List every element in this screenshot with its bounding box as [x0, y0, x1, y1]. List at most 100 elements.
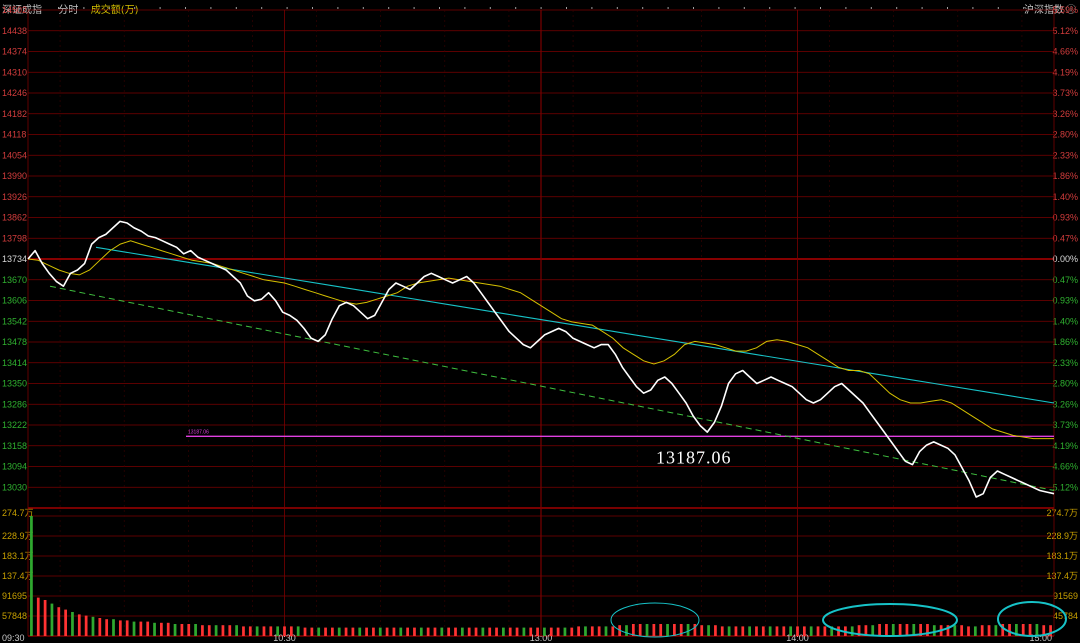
header-tick-dot [312, 7, 313, 9]
volume-bar [180, 624, 184, 636]
x-tick-label: 09:30 [2, 633, 25, 643]
volume-bar [625, 625, 628, 636]
y-left-tick-label: 14054 [2, 150, 27, 160]
header-tick-dot [108, 7, 110, 9]
volume-bar [358, 627, 362, 636]
y-left-tick-label: 13798 [2, 233, 27, 243]
volume-bar [932, 625, 936, 636]
y-right-tick-label: 3.73% [1052, 420, 1078, 430]
y-right-tick-label: 4.66% [1052, 462, 1078, 472]
volume-bar [406, 627, 409, 636]
volume-bar [64, 609, 67, 636]
y-left-tick-label: 14246 [2, 88, 27, 98]
volume-left-tick-label: 274.7万 [2, 508, 34, 518]
volume-bar [173, 624, 177, 636]
volume-bar [30, 516, 33, 636]
volume-bar [885, 624, 888, 636]
y-left-tick-label: 13542 [2, 316, 27, 326]
header-tick-dot [947, 7, 948, 9]
header-tick-dot [972, 7, 974, 9]
volume-bar [638, 624, 642, 636]
volume-left-tick-label: 183.1万 [2, 551, 34, 561]
volume-bar [953, 625, 957, 636]
volume-bar [201, 625, 204, 636]
volume-bar [761, 626, 765, 636]
y-left-tick-label: 13222 [2, 420, 27, 430]
volume-bar [1021, 624, 1025, 636]
volume-bar [775, 626, 779, 636]
volume-bar [508, 627, 512, 636]
volume-right-tick-label: 91569 [1053, 591, 1078, 601]
header-tick-dot [413, 7, 415, 9]
y-left-tick-label: 13926 [2, 192, 27, 202]
y-right-tick-label: 3.73% [1052, 88, 1078, 98]
volume-bar [351, 627, 355, 636]
header-tick-dot [743, 7, 745, 9]
header-tick-dot [820, 7, 821, 9]
volume-bar [604, 626, 608, 636]
header-tick-dot [870, 7, 872, 9]
volume-bar [741, 626, 745, 636]
y-left-tick-label: 14182 [2, 109, 27, 119]
volume-bar [146, 621, 150, 636]
volume-bar [228, 625, 232, 636]
volume-bar [577, 626, 580, 636]
volume-bar [105, 619, 109, 636]
y-left-tick-label: 13478 [2, 337, 27, 347]
y-left-tick-label: 13862 [2, 213, 27, 223]
header-tick-dot [58, 7, 59, 9]
volume-bar [413, 627, 416, 636]
volume-bar [50, 603, 54, 636]
volume-left-tick-label: 137.4万 [2, 571, 34, 581]
volume-bar [1035, 624, 1039, 636]
volume-bar [686, 624, 690, 636]
volume-bar [139, 621, 143, 636]
y-right-tick-label: 2.33% [1052, 150, 1078, 160]
volume-bar [556, 627, 560, 636]
header-tick-dot [616, 7, 618, 9]
header-tick-dot [693, 7, 694, 9]
volume-bar [214, 625, 218, 636]
y-right-tick-label: 1.86% [1052, 337, 1078, 347]
header-tick-dot [489, 7, 491, 9]
y-right-tick-label: 0.00% [1052, 254, 1078, 264]
y-right-tick-label: 4.19% [1052, 441, 1078, 451]
volume-bar [276, 626, 280, 636]
volume-bar [987, 625, 991, 636]
header-tick-dot [794, 7, 796, 9]
volume-bar [324, 627, 327, 636]
volume-bar [160, 622, 163, 636]
volume-bar [973, 626, 977, 636]
volume-bar [755, 626, 758, 636]
chart-svg: 14502 5.59% 14438 5.12% 14374 4.66% 14310 4.19%… [2, 5, 1078, 643]
y-right-tick-label: 4.66% [1052, 47, 1078, 57]
volume-bar [433, 627, 437, 636]
header-tick-dot [134, 7, 136, 9]
volume-bar [666, 624, 669, 636]
volume-highlight-ellipse [822, 603, 958, 637]
volume-bar [673, 624, 676, 636]
volume-bar [460, 627, 464, 636]
header-tick-dot [921, 7, 923, 9]
header-tick-dot [667, 7, 669, 9]
volume-bar [365, 627, 368, 636]
volume-bar [296, 626, 300, 636]
volume-bar [734, 626, 738, 636]
volume-bar [303, 627, 307, 636]
header-tick-dot [159, 7, 161, 9]
volume-bar [71, 612, 74, 636]
volume-bar [331, 627, 334, 636]
volume-bar [515, 627, 519, 636]
volume-bar [467, 627, 471, 636]
volume-bar [426, 627, 430, 636]
header-tick-dot [235, 7, 237, 9]
volume-bar [659, 624, 663, 636]
y-right-tick-label: 5.59% [1052, 5, 1078, 15]
header-tick-dot [210, 7, 212, 9]
y-right-tick-label: 0.93% [1052, 296, 1078, 306]
volume-bar [84, 615, 88, 636]
volume-bar [768, 626, 772, 636]
y-left-tick-label: 13094 [2, 462, 27, 472]
volume-bar [809, 626, 813, 636]
y-right-tick-label: 0.47% [1052, 275, 1078, 285]
